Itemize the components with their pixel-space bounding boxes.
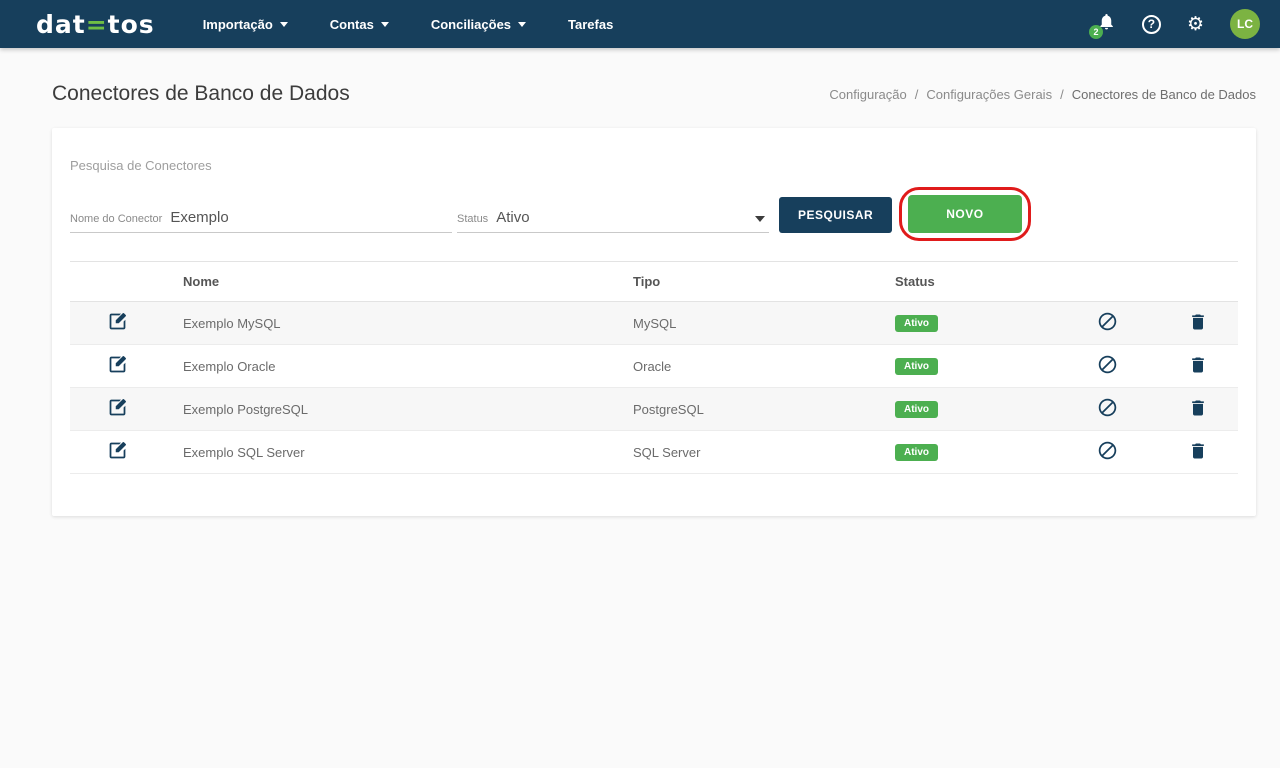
connectors-panel: Pesquisa de Conectores Nome do Conector … xyxy=(52,128,1256,516)
breadcrumb-item-current: Conectores de Banco de Dados xyxy=(1072,87,1256,102)
delete-button[interactable] xyxy=(1188,398,1208,418)
edit-icon xyxy=(107,440,128,461)
connector-type-cell: Oracle xyxy=(615,345,877,388)
navbar-actions: 2 ? ⚙ LC xyxy=(1097,9,1260,39)
column-header-disable xyxy=(1057,262,1157,302)
connectors-table: Nome Tipo Status Exemplo MySQL MySQL Ati… xyxy=(70,261,1238,474)
status-badge: Ativo xyxy=(895,401,938,418)
block-icon xyxy=(1097,397,1118,418)
chevron-down-icon xyxy=(381,22,389,27)
connector-name-input[interactable] xyxy=(170,209,452,226)
gear-icon: ⚙ xyxy=(1187,14,1204,35)
status-badge: Ativo xyxy=(895,444,938,461)
trash-icon xyxy=(1188,441,1208,461)
nav-item-conciliacoes[interactable]: Conciliações xyxy=(431,17,526,32)
chevron-down-icon xyxy=(755,216,765,222)
page-header: Conectores de Banco de Dados Configuraçã… xyxy=(0,48,1280,106)
trash-icon xyxy=(1188,355,1208,375)
settings-button[interactable]: ⚙ xyxy=(1187,15,1204,34)
disable-button[interactable] xyxy=(1097,397,1118,418)
delete-button[interactable] xyxy=(1188,441,1208,461)
logo-accent: = xyxy=(86,10,108,39)
navbar: dat=tos Importação Contas Conciliações T… xyxy=(0,0,1280,48)
column-header-nome: Nome xyxy=(165,262,615,302)
logo-text-right: tos xyxy=(108,10,155,39)
block-icon xyxy=(1097,440,1118,461)
status-select[interactable]: Status Ativo xyxy=(457,209,769,233)
notification-count-badge: 2 xyxy=(1089,25,1103,39)
connector-type-cell: SQL Server xyxy=(615,431,877,474)
connector-name-cell: Exemplo SQL Server xyxy=(165,431,615,474)
search-button[interactable]: PESQUISAR xyxy=(779,197,892,233)
disable-button[interactable] xyxy=(1097,311,1118,332)
nav-item-label: Importação xyxy=(203,17,273,32)
breadcrumb-separator: / xyxy=(1060,87,1064,102)
connector-name-label: Nome do Conector xyxy=(70,213,162,225)
nav-item-label: Conciliações xyxy=(431,17,511,32)
connector-name-cell: Exemplo PostgreSQL xyxy=(165,388,615,431)
notifications-button[interactable]: 2 xyxy=(1097,12,1116,36)
edit-icon xyxy=(107,311,128,332)
trash-icon xyxy=(1188,312,1208,332)
connector-name-cell: Exemplo MySQL xyxy=(165,302,615,345)
breadcrumb-item-configuracao[interactable]: Configuração xyxy=(829,87,906,102)
column-header-status: Status xyxy=(877,262,1057,302)
edit-icon xyxy=(107,397,128,418)
dattos-logo[interactable]: dat=tos xyxy=(36,10,155,39)
disable-button[interactable] xyxy=(1097,440,1118,461)
table-row: Exemplo PostgreSQL PostgreSQL Ativo xyxy=(70,388,1238,431)
column-header-actions xyxy=(70,262,165,302)
breadcrumb-item-configuracoes-gerais[interactable]: Configurações Gerais xyxy=(926,87,1052,102)
page-title: Conectores de Banco de Dados xyxy=(52,82,350,106)
block-icon xyxy=(1097,311,1118,332)
edit-button[interactable] xyxy=(107,397,128,418)
trash-icon xyxy=(1188,398,1208,418)
column-header-delete xyxy=(1157,262,1238,302)
delete-button[interactable] xyxy=(1188,312,1208,332)
new-button-wrapper: NOVO xyxy=(908,195,1021,233)
edit-button[interactable] xyxy=(107,354,128,375)
edit-button[interactable] xyxy=(107,440,128,461)
search-form: Nome do Conector Status Ativo PESQUISAR … xyxy=(70,195,1238,261)
breadcrumb-separator: / xyxy=(915,87,919,102)
user-avatar[interactable]: LC xyxy=(1230,9,1260,39)
status-badge: Ativo xyxy=(895,358,938,375)
main-nav: Importação Contas Conciliações Tarefas xyxy=(203,17,614,32)
status-label: Status xyxy=(457,213,488,225)
connector-type-cell: MySQL xyxy=(615,302,877,345)
block-icon xyxy=(1097,354,1118,375)
table-row: Exemplo MySQL MySQL Ativo xyxy=(70,302,1238,345)
delete-button[interactable] xyxy=(1188,355,1208,375)
edit-button[interactable] xyxy=(107,311,128,332)
connector-name-cell: Exemplo Oracle xyxy=(165,345,615,388)
table-row: Exemplo Oracle Oracle Ativo xyxy=(70,345,1238,388)
breadcrumb: Configuração / Configurações Gerais / Co… xyxy=(829,87,1256,102)
status-badge: Ativo xyxy=(895,315,938,332)
help-button[interactable]: ? xyxy=(1142,15,1161,34)
new-connector-button[interactable]: NOVO xyxy=(908,195,1021,233)
table-header-row: Nome Tipo Status xyxy=(70,262,1238,302)
column-header-tipo: Tipo xyxy=(615,262,877,302)
table-row: Exemplo SQL Server SQL Server Ativo xyxy=(70,431,1238,474)
connector-name-field: Nome do Conector xyxy=(70,209,452,233)
nav-item-label: Contas xyxy=(330,17,374,32)
panel-title: Pesquisa de Conectores xyxy=(70,150,1238,195)
nav-item-label: Tarefas xyxy=(568,17,613,32)
nav-item-tarefas[interactable]: Tarefas xyxy=(568,17,613,32)
chevron-down-icon xyxy=(518,22,526,27)
chevron-down-icon xyxy=(280,22,288,27)
connector-type-cell: PostgreSQL xyxy=(615,388,877,431)
edit-icon xyxy=(107,354,128,375)
nav-item-importacao[interactable]: Importação xyxy=(203,17,288,32)
logo-text-left: dat xyxy=(36,10,86,39)
status-selected-value: Ativo xyxy=(496,209,529,226)
disable-button[interactable] xyxy=(1097,354,1118,375)
help-icon: ? xyxy=(1148,17,1155,31)
nav-item-contas[interactable]: Contas xyxy=(330,17,389,32)
